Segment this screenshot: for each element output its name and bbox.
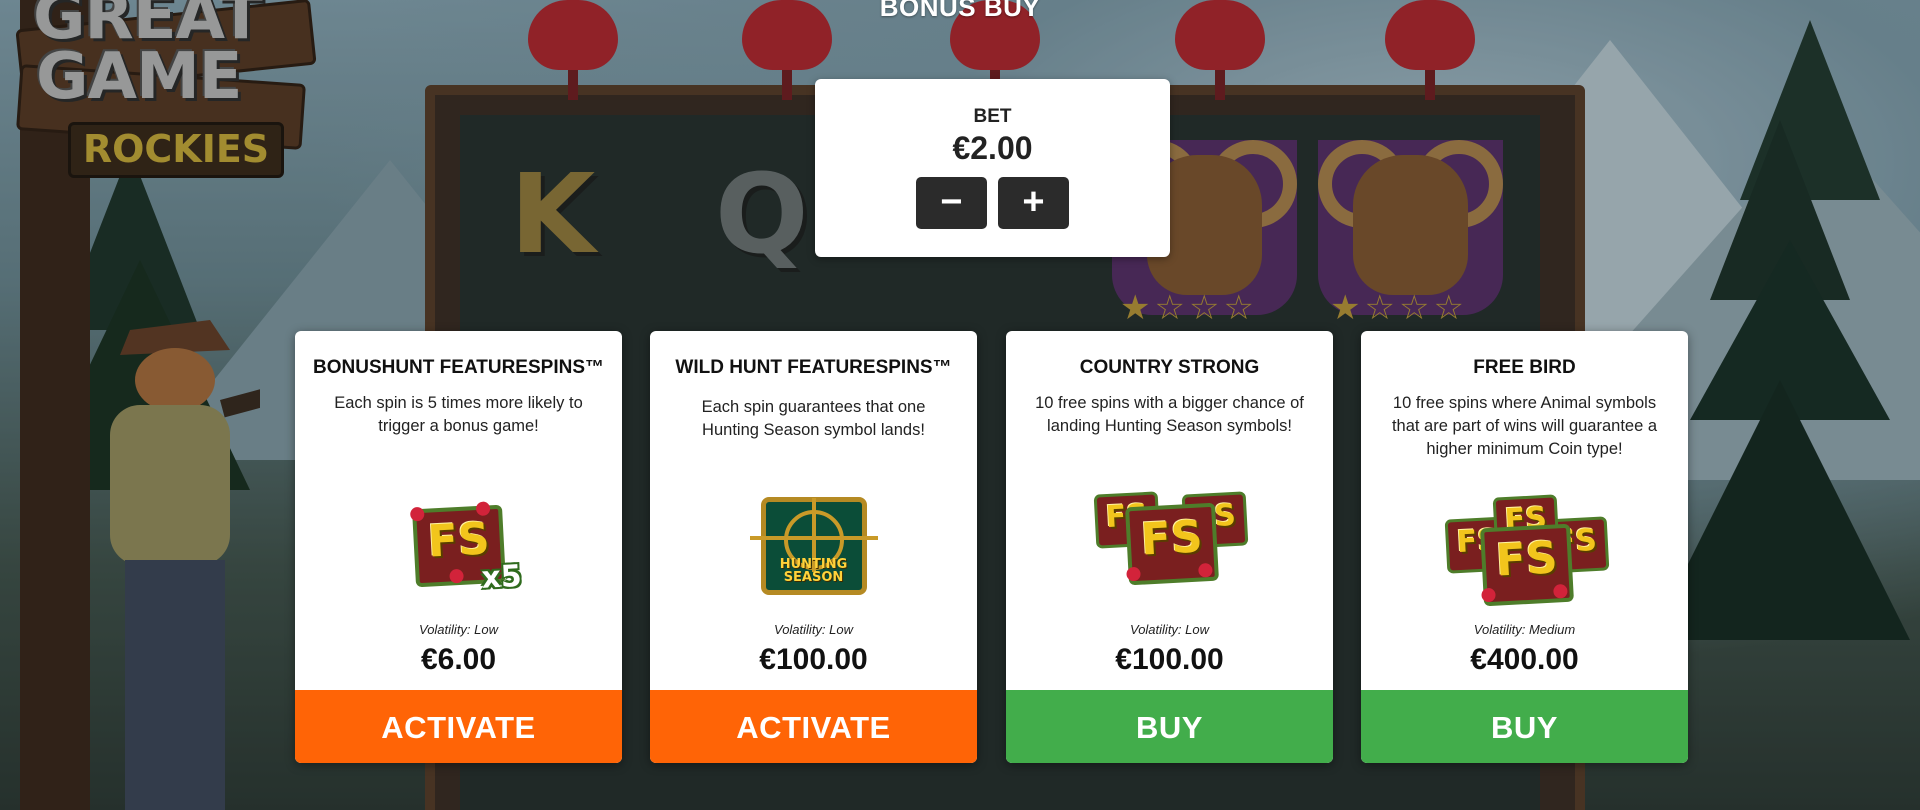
fs-x5-icon: FS x5 <box>295 491 622 601</box>
buy-button[interactable]: BUY <box>1006 690 1333 763</box>
buy-button[interactable]: BUY <box>1361 690 1688 763</box>
decrease-bet-button[interactable]: − <box>916 177 987 229</box>
price-label: €100.00 <box>759 643 868 676</box>
volatility-label: Volatility: Low <box>774 622 853 637</box>
fs-quad-icon: FS FS FS FS <box>1361 494 1688 609</box>
hunting-season-icon: HUNTING SEASON <box>650 491 977 601</box>
bet-label: BET <box>973 106 1012 127</box>
card-title: BONUSHUNT FEATURESPINS™ <box>313 357 604 378</box>
bonus-card-free-bird: FREE BIRD 10 free spins where Animal sym… <box>1361 331 1688 763</box>
price-label: €6.00 <box>420 643 497 676</box>
bonus-card-wild-hunt: WILD HUNT FEATURESPINS™ Each spin guaran… <box>650 331 977 763</box>
volatility-label: Volatility: Low <box>419 622 498 637</box>
bonus-buy-title: BONUS BUY <box>879 0 1041 22</box>
hunting-season-label: HUNTING SEASON <box>779 557 848 585</box>
price-label: €100.00 <box>1115 643 1224 676</box>
card-description: Each spin is 5 times more likely to trig… <box>334 394 583 435</box>
card-title: FREE BIRD <box>1473 357 1576 378</box>
card-description: Each spin guarantees that one Hunting Se… <box>701 398 926 439</box>
multiplier-badge: x5 <box>480 558 523 596</box>
increase-bet-button[interactable]: + <box>998 177 1069 229</box>
activate-button[interactable]: ACTIVATE <box>295 690 622 763</box>
card-description: 10 free spins with a bigger chance of la… <box>1035 394 1304 435</box>
bet-panel: BET €2.00 − + <box>815 79 1170 257</box>
bonus-card-bonushunt: BONUSHUNT FEATURESPINS™ Each spin is 5 t… <box>295 331 622 763</box>
card-title: COUNTRY STRONG <box>1079 357 1260 378</box>
volatility-label: Volatility: Low <box>1130 622 1209 637</box>
fs-triple-icon: FS FS FS <box>1006 486 1333 596</box>
bonus-card-country-strong: COUNTRY STRONG 10 free spins with a bigg… <box>1006 331 1333 763</box>
card-title: WILD HUNT FEATURESPINS™ <box>675 357 952 378</box>
volatility-label: Volatility: Medium <box>1473 622 1576 637</box>
activate-button[interactable]: ACTIVATE <box>650 690 977 763</box>
bet-value: €2.00 <box>952 130 1033 166</box>
price-label: €400.00 <box>1470 643 1579 676</box>
card-description: 10 free spins where Animal symbols that … <box>1391 394 1658 458</box>
